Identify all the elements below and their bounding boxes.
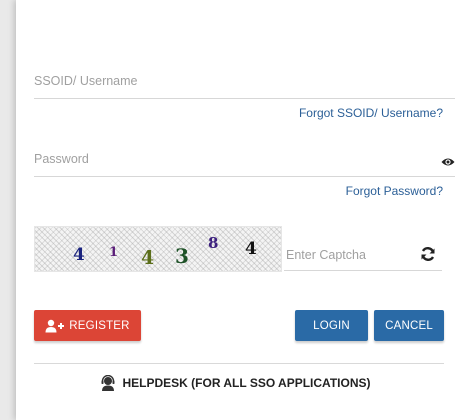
- refresh-icon[interactable]: [420, 246, 436, 262]
- eye-icon[interactable]: [441, 156, 455, 168]
- username-field[interactable]: SSOID/ Username: [34, 70, 455, 99]
- cancel-button[interactable]: CANCEL: [374, 310, 444, 341]
- helpdesk-agent-icon: [101, 375, 115, 391]
- helpdesk-link[interactable]: HELPDESK (FOR ALL SSO APPLICATIONS): [16, 375, 455, 391]
- username-placeholder: SSOID/ Username: [34, 74, 138, 88]
- divider: [34, 363, 444, 364]
- helpdesk-label: HELPDESK (FOR ALL SSO APPLICATIONS): [122, 376, 371, 390]
- captcha-image: 4 1 4 3 8 4: [34, 226, 282, 272]
- forgot-password-link[interactable]: Forgot Password?: [346, 184, 443, 198]
- cancel-label: CANCEL: [385, 319, 433, 332]
- captcha-char: 3: [175, 244, 189, 268]
- register-label: REGISTER: [69, 319, 130, 332]
- captcha-char: 4: [141, 247, 155, 269]
- captcha-char: 8: [208, 234, 219, 252]
- login-label: LOGIN: [313, 319, 350, 332]
- password-placeholder: Password: [34, 152, 89, 166]
- captcha-input[interactable]: Enter Captcha: [284, 226, 442, 271]
- password-field[interactable]: Password: [34, 148, 455, 177]
- forgot-username-link[interactable]: Forgot SSOID/ Username?: [299, 106, 443, 120]
- captcha-char: 4: [245, 239, 257, 259]
- login-card: SSOID/ Username Forgot SSOID/ Username? …: [16, 0, 455, 420]
- login-button[interactable]: LOGIN: [295, 310, 368, 341]
- add-user-icon: [45, 319, 65, 332]
- register-button[interactable]: REGISTER: [34, 310, 141, 341]
- captcha-char: 1: [109, 245, 119, 260]
- captcha-char: 4: [73, 245, 85, 265]
- captcha-placeholder: Enter Captcha: [286, 248, 366, 262]
